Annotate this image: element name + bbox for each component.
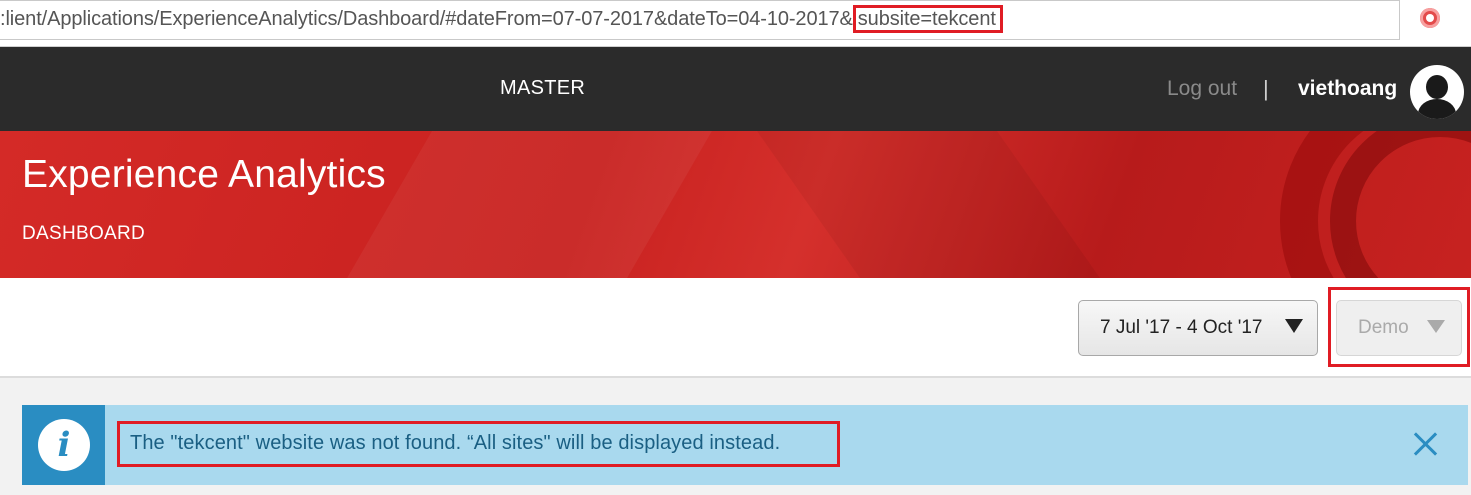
site-selector-dropdown[interactable]: Demo <box>1336 300 1462 356</box>
caret-down-icon <box>1285 319 1303 333</box>
site-selector-label: Demo <box>1358 317 1409 338</box>
breadcrumb-dashboard[interactable]: DASHBOARD <box>22 223 145 245</box>
user-avatar-icon[interactable] <box>1410 65 1464 119</box>
username[interactable]: viethoang <box>1298 77 1397 101</box>
filter-toolbar: 7 Jul '17 - 4 Oct '17 Demo <box>0 278 1471 378</box>
browser-address-bar: :lient/Applications/ExperienceAnalytics/… <box>0 0 1471 47</box>
browser-extension-icon[interactable] <box>1420 8 1440 28</box>
app-header-banner: Experience Analytics DASHBOARD <box>0 131 1471 278</box>
info-alert: i The "tekcent" website was not found. “… <box>22 405 1468 485</box>
logout-link[interactable]: Log out <box>1167 77 1237 101</box>
date-range-dropdown[interactable]: 7 Jul '17 - 4 Oct '17 <box>1078 300 1318 356</box>
banner-decoration <box>728 131 1152 278</box>
url-field[interactable]: :lient/Applications/ExperienceAnalytics/… <box>0 0 1400 40</box>
url-highlight-subsite: subsite=tekcent <box>852 5 1003 33</box>
url-prefix: :lient/Applications/ExperienceAnalytics/… <box>0 8 853 30</box>
top-navigation-bar: MASTER Log out | viethoang <box>0 47 1471 131</box>
close-icon[interactable] <box>1411 429 1441 459</box>
avatar-head <box>1426 75 1448 99</box>
avatar-body <box>1418 99 1456 119</box>
nav-separator: | <box>1263 76 1269 101</box>
info-icon: i <box>38 419 90 471</box>
date-range-label: 7 Jul '17 - 4 Oct '17 <box>1100 317 1263 338</box>
url-text: :lient/Applications/ExperienceAnalytics/… <box>0 5 1003 33</box>
caret-down-icon <box>1427 320 1445 333</box>
alert-message: The "tekcent" website was not found. “Al… <box>130 432 781 454</box>
info-icon-box: i <box>22 405 105 485</box>
page-title: Experience Analytics <box>22 153 386 196</box>
site-name: MASTER <box>500 77 586 99</box>
